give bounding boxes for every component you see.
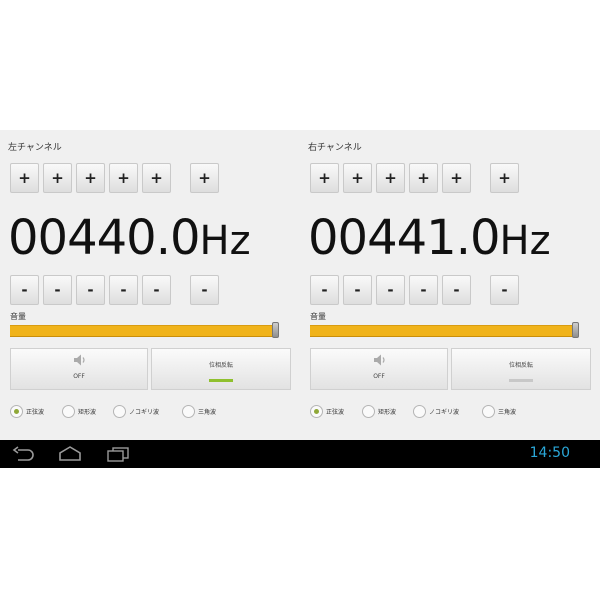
- radio-unchecked-icon: [482, 404, 495, 418]
- right-off-button[interactable]: OFF: [310, 348, 448, 390]
- right-waveform-square-label: 矩形波: [378, 408, 397, 416]
- left-minus-button-3[interactable]: -: [76, 275, 105, 305]
- right-plus-button-1[interactable]: +: [310, 163, 339, 193]
- speaker-icon: [74, 354, 85, 366]
- right-waveform-sine-label: 正弦波: [326, 408, 345, 416]
- right-minus-button-3[interactable]: -: [376, 275, 405, 305]
- right-phase-invert-toggle[interactable]: 位相反転: [451, 348, 591, 390]
- system-navigation-bar: 14:50: [0, 440, 600, 468]
- left-off-button[interactable]: OFF: [10, 348, 148, 390]
- right-waveform-triangle-label: 三角波: [498, 408, 517, 416]
- left-volume-label: 音量: [10, 312, 26, 321]
- left-phase-invert-toggle[interactable]: 位相反転: [151, 348, 291, 390]
- speaker-icon: [374, 354, 385, 366]
- left-plus-button-5[interactable]: +: [142, 163, 171, 193]
- right-frequency-display: 00441.0Hz: [308, 208, 551, 279]
- left-channel-title: 左チャンネル: [8, 143, 62, 153]
- left-waveform-triangle-label: 三角波: [198, 408, 217, 416]
- radio-unchecked-icon: [113, 404, 126, 418]
- right-minus-button-2[interactable]: -: [343, 275, 372, 305]
- right-off-label: OFF: [373, 373, 385, 380]
- left-plus-button-2[interactable]: +: [43, 163, 72, 193]
- recent-apps-icon[interactable]: [106, 446, 130, 462]
- home-icon[interactable]: [58, 446, 82, 462]
- left-plus-button-4[interactable]: +: [109, 163, 138, 193]
- radio-unchecked-icon: [413, 404, 426, 418]
- right-phase-invert-indicator: [509, 379, 533, 382]
- left-minus-button-1[interactable]: -: [10, 275, 39, 305]
- left-waveform-sine-label: 正弦波: [26, 408, 45, 416]
- left-waveform-square[interactable]: 矩形波: [62, 402, 96, 420]
- radio-checked-icon: [310, 404, 323, 418]
- left-waveform-sawtooth-label: ノコギリ波: [129, 408, 160, 416]
- right-waveform-sawtooth[interactable]: ノコギリ波: [413, 402, 459, 420]
- left-minus-button-decimal[interactable]: -: [190, 275, 219, 305]
- right-minus-button-5[interactable]: -: [442, 275, 471, 305]
- left-waveform-triangle[interactable]: 三角波: [182, 402, 216, 420]
- radio-unchecked-icon: [62, 404, 75, 418]
- right-plus-button-3[interactable]: +: [376, 163, 405, 193]
- right-frequency-value: 00441.0: [308, 210, 500, 266]
- left-frequency-value: 00440.0: [8, 210, 200, 266]
- app-screen: 左チャンネル + + + + + + 00440.0Hz - - - - - -…: [0, 130, 600, 440]
- left-waveform-sawtooth[interactable]: ノコギリ波: [113, 402, 159, 420]
- right-volume-slider-thumb[interactable]: [572, 322, 579, 338]
- left-plus-button-decimal[interactable]: +: [190, 163, 219, 193]
- right-frequency-unit: Hz: [499, 218, 551, 264]
- left-minus-button-2[interactable]: -: [43, 275, 72, 305]
- left-off-label: OFF: [73, 373, 85, 380]
- left-volume-slider[interactable]: [10, 325, 276, 337]
- right-waveform-sawtooth-label: ノコギリ波: [429, 408, 460, 416]
- right-volume-slider[interactable]: [310, 325, 576, 337]
- right-phase-invert-label: 位相反転: [508, 362, 533, 369]
- right-waveform-triangle[interactable]: 三角波: [482, 402, 516, 420]
- left-frequency-display: 00440.0Hz: [8, 208, 251, 279]
- right-plus-button-5[interactable]: +: [442, 163, 471, 193]
- left-channel-panel: 左チャンネル + + + + + + 00440.0Hz - - - - - -…: [0, 130, 300, 440]
- right-volume-label: 音量: [310, 312, 326, 321]
- left-volume-slider-thumb[interactable]: [272, 322, 279, 338]
- right-minus-button-4[interactable]: -: [409, 275, 438, 305]
- left-waveform-square-label: 矩形波: [78, 408, 97, 416]
- radio-unchecked-icon: [362, 404, 375, 418]
- left-frequency-unit: Hz: [199, 218, 251, 264]
- right-channel-panel: 右チャンネル + + + + + + 00441.0Hz - - - - - -…: [300, 130, 600, 440]
- left-minus-button-4[interactable]: -: [109, 275, 138, 305]
- left-plus-button-3[interactable]: +: [76, 163, 105, 193]
- right-channel-title: 右チャンネル: [308, 143, 362, 153]
- radio-checked-icon: [10, 404, 23, 418]
- back-icon[interactable]: [12, 446, 36, 462]
- radio-unchecked-icon: [182, 404, 195, 418]
- right-plus-button-2[interactable]: +: [343, 163, 372, 193]
- status-clock: 14:50: [529, 445, 570, 461]
- right-minus-button-1[interactable]: -: [310, 275, 339, 305]
- left-minus-button-5[interactable]: -: [142, 275, 171, 305]
- left-phase-invert-label: 位相反転: [208, 362, 233, 369]
- left-waveform-sine[interactable]: 正弦波: [10, 402, 44, 420]
- left-plus-button-1[interactable]: +: [10, 163, 39, 193]
- right-plus-button-decimal[interactable]: +: [490, 163, 519, 193]
- right-plus-button-4[interactable]: +: [409, 163, 438, 193]
- right-minus-button-decimal[interactable]: -: [490, 275, 519, 305]
- left-phase-invert-indicator: [209, 379, 233, 382]
- right-waveform-square[interactable]: 矩形波: [362, 402, 396, 420]
- right-waveform-sine[interactable]: 正弦波: [310, 402, 344, 420]
